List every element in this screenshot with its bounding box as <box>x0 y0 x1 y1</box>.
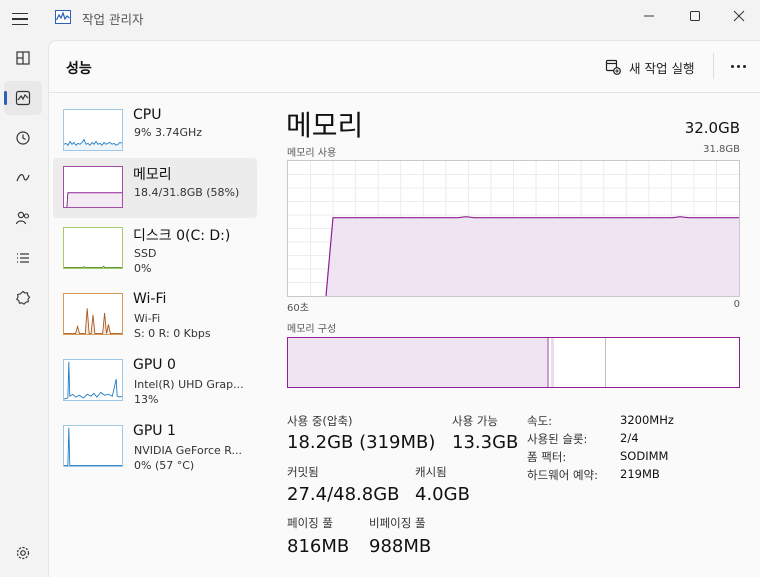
device-subtitle: 0% <box>134 262 152 275</box>
device-subtitle: 18.4/31.8GB (58%) <box>134 186 240 199</box>
nonpaged-pool-label: 비페이징 풀 <box>369 516 426 530</box>
disk-mini-graph <box>63 227 123 269</box>
run-task-icon <box>605 59 621 75</box>
startup-icon <box>16 174 30 182</box>
in-use-label: 사용 중(압축) <box>287 414 353 428</box>
speed-label: 속도: <box>527 414 553 428</box>
maximize-icon <box>690 11 700 21</box>
nav-processes[interactable] <box>4 41 42 75</box>
usage-graph-label: 메모리 사용 <box>287 148 337 159</box>
header-divider <box>713 53 714 79</box>
committed-label: 커밋됨 <box>287 465 319 479</box>
device-subtitle: Intel(R) UHD Grap... <box>134 378 244 391</box>
more-options-button[interactable] <box>725 55 751 77</box>
composition-modified <box>551 338 554 387</box>
device-title: Wi-Fi <box>133 291 167 307</box>
run-task-label: 새 작업 실행 <box>629 60 695 76</box>
nav-app-history[interactable] <box>4 121 42 155</box>
device-subtitle: 13% <box>134 393 159 406</box>
available-value: 13.3GB <box>452 432 519 453</box>
speed-value: 3200MHz <box>620 413 674 427</box>
form-factor-value: SODIMM <box>620 449 669 463</box>
device-title: GPU 1 <box>133 423 176 439</box>
composition-standby-divider <box>605 338 606 387</box>
available-label: 사용 가능 <box>452 414 498 428</box>
gpu0-mini-graph <box>63 359 123 401</box>
hardware-reserved-value: 219MB <box>620 467 660 481</box>
device-gpu0[interactable]: GPU 0 Intel(R) UHD Grap... 13% <box>53 351 257 411</box>
device-subtitle: Wi-Fi <box>134 312 161 325</box>
minimize-icon <box>644 15 654 17</box>
device-subtitle: NVIDIA GeForce R... <box>134 444 243 457</box>
composition-label: 메모리 구성 <box>287 324 337 335</box>
cached-value: 4.0GB <box>415 484 470 505</box>
close-icon <box>733 10 745 22</box>
task-manager-app-icon <box>55 10 71 24</box>
page-title: 성능 <box>66 61 92 77</box>
device-subtitle: 9% 3.74GHz <box>134 126 203 139</box>
device-title: CPU <box>133 107 162 123</box>
device-memory[interactable]: 메모리 18.4/31.8GB (58%) <box>53 158 257 218</box>
device-title: 디스크 0(C: D:) <box>133 228 231 244</box>
history-icon <box>16 131 30 145</box>
nav-startup-apps[interactable] <box>4 161 42 195</box>
gpu1-mini-graph <box>63 425 123 467</box>
nav-services[interactable] <box>4 281 42 315</box>
settings-icon <box>16 546 30 560</box>
device-subtitle: SSD <box>134 247 157 260</box>
device-gpu1[interactable]: GPU 1 NVIDIA GeForce R... 0% (57 °C) <box>53 417 257 477</box>
title-bar: 작업 관리자 <box>0 0 760 36</box>
composition-in-use <box>288 338 549 387</box>
committed-value: 27.4/48.8GB <box>287 484 400 505</box>
nonpaged-pool-value: 988MB <box>369 536 432 557</box>
slots-value: 2/4 <box>620 431 639 445</box>
device-subtitle: S: 0 R: 0 Kbps <box>134 327 211 340</box>
time-axis-end: 0 <box>733 299 740 310</box>
users-icon <box>15 211 30 225</box>
run-new-task-button[interactable]: 새 작업 실행 <box>605 56 694 78</box>
page-header: 성능 새 작업 실행 <box>49 41 760 93</box>
services-icon <box>16 290 31 305</box>
usage-graph-max: 31.8GB <box>703 144 740 155</box>
app-title: 작업 관리자 <box>82 12 144 27</box>
minimize-button[interactable] <box>626 0 672 32</box>
nav-users[interactable] <box>4 201 42 235</box>
device-title: GPU 0 <box>133 357 176 373</box>
performance-icon <box>15 90 31 106</box>
memory-usage-graph <box>287 160 740 297</box>
in-use-value: 18.2GB (319MB) <box>287 432 436 453</box>
close-button[interactable] <box>716 0 760 32</box>
cpu-mini-graph <box>63 109 123 151</box>
paged-pool-label: 페이징 풀 <box>287 516 333 530</box>
form-factor-label: 폼 팩터: <box>527 450 567 464</box>
nav-settings[interactable] <box>4 536 42 570</box>
device-subtitle: 0% (57 °C) <box>134 459 195 472</box>
memory-total: 32.0GB <box>684 119 740 137</box>
navigation-rail <box>0 36 48 577</box>
nav-details[interactable] <box>4 241 42 275</box>
detail-title: 메모리 <box>286 109 364 142</box>
cached-label: 캐시됨 <box>415 465 447 479</box>
maximize-button[interactable] <box>672 0 718 32</box>
device-cpu[interactable]: CPU 9% 3.74GHz <box>53 101 257 161</box>
memory-mini-graph <box>63 166 123 208</box>
wifi-mini-graph <box>63 293 123 335</box>
device-wifi[interactable]: Wi-Fi Wi-Fi S: 0 R: 0 Kbps <box>53 285 257 345</box>
processes-icon <box>16 51 30 65</box>
details-icon <box>17 253 29 263</box>
hardware-reserved-label: 하드웨어 예약: <box>527 468 599 482</box>
time-axis-start: 60초 <box>287 303 309 314</box>
slots-label: 사용된 슬롯: <box>527 432 588 446</box>
device-disk[interactable]: 디스크 0(C: D:) SSD 0% <box>53 219 257 279</box>
menu-icon[interactable] <box>12 8 34 30</box>
nav-performance[interactable] <box>4 81 42 115</box>
device-title: 메모리 <box>133 167 172 183</box>
memory-composition-bar <box>287 337 740 388</box>
main-panel: 성능 새 작업 실행 CPU 9% 3.74GHz 메모리 18.4/31.8G… <box>48 40 760 577</box>
paged-pool-value: 816MB <box>287 536 350 557</box>
